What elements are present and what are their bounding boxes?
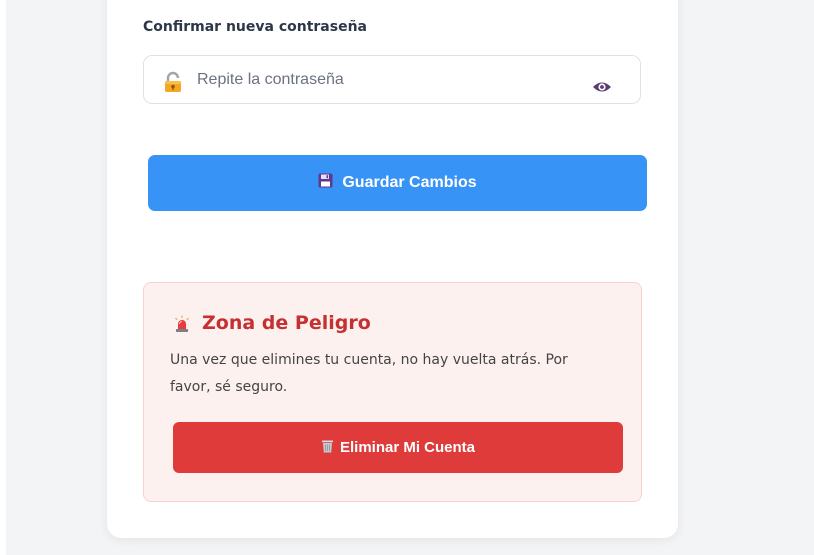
confirm-password-field: [143, 55, 641, 104]
eye-icon[interactable]: [592, 80, 612, 94]
save-changes-button[interactable]: Guardar Cambios: [148, 155, 647, 211]
danger-zone-description: Una vez que elimines tu cuenta, no hay v…: [170, 352, 568, 395]
danger-zone-title: Zona de Peligro: [202, 312, 371, 334]
confirm-password-input[interactable]: [197, 67, 567, 93]
delete-account-label: Eliminar Mi Cuenta: [339, 439, 476, 456]
lock-icon: [162, 71, 184, 93]
confirm-password-label: Confirmar nueva contraseña: [143, 19, 367, 35]
trash-icon: [321, 439, 334, 457]
save-changes-label: Guardar Cambios: [342, 174, 477, 191]
page-edge: [0, 0, 6, 555]
danger-zone: Zona de Peligro Una vez que elimines tu …: [143, 282, 642, 502]
siren-icon: [173, 315, 191, 333]
delete-account-button[interactable]: Eliminar Mi Cuenta: [173, 422, 623, 473]
floppy-disk-icon: [318, 173, 333, 193]
